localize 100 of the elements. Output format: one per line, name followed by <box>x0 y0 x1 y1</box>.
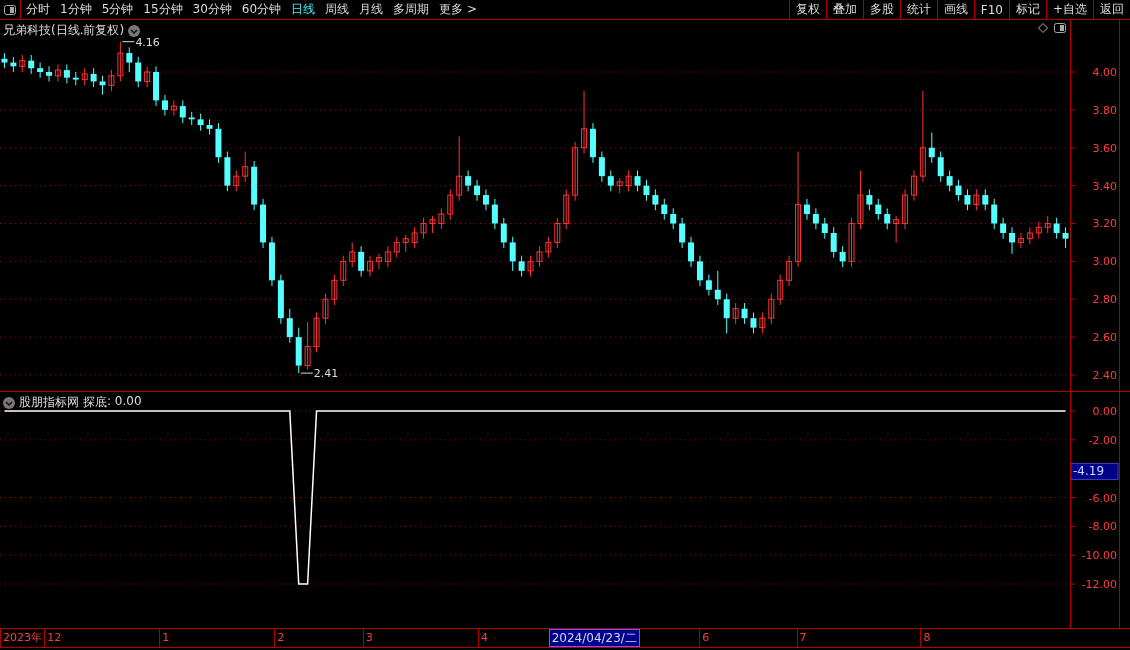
period-tab[interactable]: 30分钟 <box>187 0 237 19</box>
candle <box>465 170 472 192</box>
indicator-value: : 0.00 <box>107 394 142 410</box>
candle <box>661 198 668 221</box>
candle <box>857 170 864 230</box>
date-axis-label: 4 <box>477 629 488 647</box>
period-tab[interactable]: 更多 > <box>434 0 482 19</box>
candle <box>108 69 115 92</box>
price-axis-label: 2.40 <box>1092 369 1117 382</box>
candle <box>1 52 8 69</box>
candle <box>768 293 775 325</box>
candle <box>1053 217 1060 240</box>
candle <box>170 99 177 117</box>
candle <box>402 234 409 253</box>
period-tab[interactable]: 5分钟 <box>96 0 139 19</box>
date-axis-label: 8 <box>920 629 931 647</box>
candle <box>19 54 26 73</box>
candle <box>429 215 436 234</box>
price-axis-label: 3.20 <box>1092 217 1117 231</box>
candle <box>937 151 944 183</box>
annotation: 2.41 <box>313 367 339 381</box>
period-tab[interactable]: 日线 <box>286 0 321 19</box>
toolbar-button[interactable]: 返回 <box>1093 0 1130 19</box>
candle <box>509 236 516 272</box>
price-axis-label: 3.40 <box>1092 179 1117 193</box>
candle <box>625 170 632 192</box>
candle <box>821 217 828 240</box>
period-tab[interactable]: 60分钟 <box>236 0 287 19</box>
candle <box>295 327 302 374</box>
candle <box>224 151 231 192</box>
toolbar-button[interactable]: 标记 <box>1008 0 1046 19</box>
candle <box>563 188 570 230</box>
candle <box>893 215 900 243</box>
candle <box>598 151 605 183</box>
candle <box>759 312 766 334</box>
candle <box>215 122 222 164</box>
candle <box>438 207 445 230</box>
candle <box>777 274 784 306</box>
toolbar-button[interactable]: 多股 <box>862 0 900 19</box>
toolbar-button[interactable]: 统计 <box>899 0 937 19</box>
candle <box>572 141 579 202</box>
period-tab[interactable]: 月线 <box>354 0 389 19</box>
candle <box>750 312 757 334</box>
candle <box>741 302 748 325</box>
stock-title: 兄弟科技(日线.前复权) <box>3 22 125 39</box>
price-axis-label: 3.80 <box>1092 103 1117 117</box>
diamond-icon[interactable] <box>1038 23 1048 33</box>
candle <box>349 241 356 268</box>
candle <box>144 65 151 88</box>
candle <box>242 151 249 183</box>
period-tab[interactable]: 1分钟 <box>55 0 97 19</box>
candle <box>10 56 17 73</box>
candle <box>384 245 391 268</box>
candle <box>1035 221 1042 240</box>
date-axis-label: 2023年 <box>0 629 42 647</box>
period-tab[interactable]: 周线 <box>320 0 355 19</box>
dropdown-icon[interactable] <box>3 396 15 409</box>
candle <box>714 270 721 306</box>
candle <box>28 54 35 75</box>
date-axis-label: 3 <box>362 629 373 647</box>
period-tab[interactable]: 多周期 <box>388 0 435 19</box>
candle <box>63 63 70 84</box>
candle <box>197 113 204 132</box>
cursor-date-label: 2024/04/23/二 <box>548 629 640 647</box>
toolbar-button[interactable]: 复权 <box>788 0 826 19</box>
period-tab[interactable]: 15分钟 <box>138 0 188 19</box>
indicator-axis-label: -12.00 <box>1081 578 1117 591</box>
candle <box>1062 226 1069 249</box>
price-axis-label: 3.60 <box>1092 141 1117 155</box>
price-axis-label: 4.00 <box>1092 66 1117 79</box>
candle <box>251 160 258 211</box>
candle <box>634 170 641 192</box>
toolbar-button[interactable]: +自选 <box>1045 0 1093 19</box>
candle <box>616 177 623 194</box>
candle <box>135 56 142 88</box>
candle <box>652 188 659 211</box>
candle <box>723 293 730 334</box>
candle <box>554 217 561 249</box>
period-tab[interactable]: 分时 <box>21 0 55 19</box>
indicator-axis-label: -10.00 <box>1081 549 1117 563</box>
candle <box>500 217 507 249</box>
date-axis-label: 6 <box>699 629 710 647</box>
candle <box>830 226 837 259</box>
candle <box>456 135 463 202</box>
candle <box>331 274 338 306</box>
candle <box>126 46 133 73</box>
candle <box>866 188 873 211</box>
date-axis-label: 2 <box>274 629 285 647</box>
candle <box>304 321 311 370</box>
dropdown-icon[interactable] <box>128 24 141 37</box>
toolbar-button[interactable]: F10 <box>973 0 1009 19</box>
toolbar-button[interactable]: 画线 <box>936 0 974 19</box>
panel-toggle-icon[interactable] <box>1054 23 1066 33</box>
candle <box>812 207 819 230</box>
toolbar-button[interactable]: 叠加 <box>825 0 863 19</box>
candle <box>732 302 739 325</box>
candle <box>447 188 454 221</box>
candle <box>670 207 677 230</box>
candle <box>1026 226 1033 245</box>
candle <box>705 274 712 296</box>
